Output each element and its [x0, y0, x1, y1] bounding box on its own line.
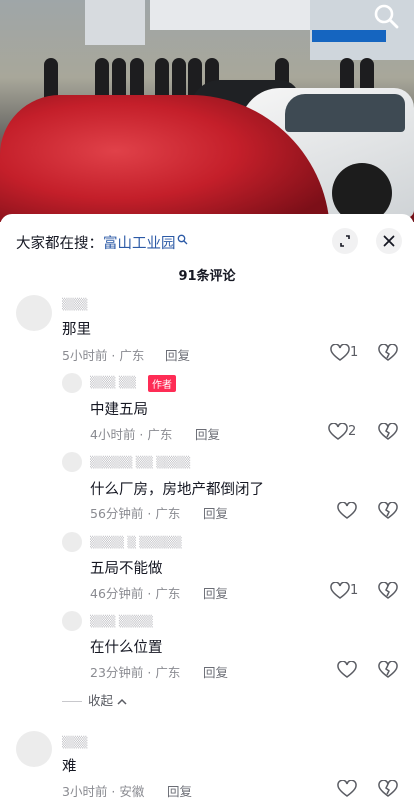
- collapse-replies-button[interactable]: 收起: [62, 690, 127, 709]
- heart-icon[interactable]: [328, 423, 348, 441]
- comment-text: 那里: [62, 322, 91, 338]
- heart-icon[interactable]: [337, 502, 357, 520]
- broken-heart-icon[interactable]: [378, 582, 398, 600]
- comment-text: 在什么位置: [90, 640, 163, 656]
- broken-heart-icon[interactable]: [378, 780, 398, 798]
- username-blurred[interactable]: ▒▒▒ ▒▒▒▒: [90, 615, 153, 628]
- broken-heart-icon[interactable]: [378, 502, 398, 520]
- username-blurred[interactable]: ▒▒▒: [62, 736, 87, 749]
- like-count: 1: [350, 345, 359, 360]
- comment-meta: 46分钟前 · 广东: [90, 586, 181, 601]
- reply-button[interactable]: 回复: [203, 662, 228, 681]
- comment-meta: 23分钟前 · 广东: [90, 665, 181, 680]
- heart-icon[interactable]: [337, 661, 357, 679]
- heart-icon[interactable]: [337, 780, 357, 798]
- search-icon[interactable]: [372, 2, 400, 30]
- trending-search-link[interactable]: 富山工业园: [103, 236, 176, 252]
- comment-text: 中建五局: [90, 402, 148, 418]
- heart-icon[interactable]: [330, 582, 350, 600]
- comment-text: 难: [62, 759, 77, 775]
- trending-search-prefix: 大家都在搜：: [16, 236, 103, 252]
- reply-button[interactable]: 回复: [203, 503, 228, 522]
- comment-meta: 4小时前 · 广东: [90, 427, 173, 442]
- collapse-label: 收起: [88, 693, 114, 708]
- broken-heart-icon[interactable]: [378, 344, 398, 362]
- trending-search: 大家都在搜：富山工业园: [16, 232, 188, 253]
- comment-text: 什么厂房，房地产都倒闭了: [90, 482, 264, 498]
- username-blurred[interactable]: ▒▒▒: [62, 298, 87, 311]
- author-badge: 作者: [148, 375, 176, 392]
- expand-icon: [340, 235, 350, 247]
- avatar[interactable]: [16, 295, 52, 331]
- avatar[interactable]: [62, 452, 82, 472]
- reply-button[interactable]: 回复: [195, 424, 220, 443]
- avatar[interactable]: [62, 611, 82, 631]
- avatar[interactable]: [62, 532, 82, 552]
- expand-button[interactable]: [332, 228, 358, 254]
- broken-heart-icon[interactable]: [378, 423, 398, 441]
- avatar[interactable]: [16, 731, 52, 767]
- comment-count: 91条评论: [178, 269, 236, 284]
- comment-meta: 3小时前 · 安徽: [62, 784, 145, 799]
- reply-button[interactable]: 回复: [165, 345, 190, 364]
- comment-meta: 56分钟前 · 广东: [90, 506, 181, 521]
- username-blurred[interactable]: ▒▒▒▒ ▒ ▒▒▒▒▒: [90, 536, 182, 549]
- close-button[interactable]: [376, 228, 402, 254]
- search-icon[interactable]: [177, 234, 188, 245]
- broken-heart-icon[interactable]: [378, 661, 398, 679]
- video-player[interactable]: [0, 0, 414, 222]
- username-blurred[interactable]: ▒▒▒▒▒ ▒▒ ▒▒▒▒: [90, 456, 190, 469]
- heart-icon[interactable]: [330, 344, 350, 362]
- reply-button[interactable]: 回复: [203, 583, 228, 602]
- comment-meta: 5小时前 · 广东: [62, 348, 145, 363]
- chevron-up-icon: [117, 698, 127, 705]
- like-count: 1: [350, 583, 359, 598]
- reply-button[interactable]: 回复: [167, 781, 192, 800]
- close-icon: [383, 235, 395, 247]
- comment-text: 五局不能做: [90, 561, 163, 577]
- divider: [62, 701, 82, 702]
- username-blurred[interactable]: ▒▒▒ ▒▒: [90, 376, 136, 389]
- avatar[interactable]: [62, 373, 82, 393]
- like-count: 2: [348, 424, 357, 439]
